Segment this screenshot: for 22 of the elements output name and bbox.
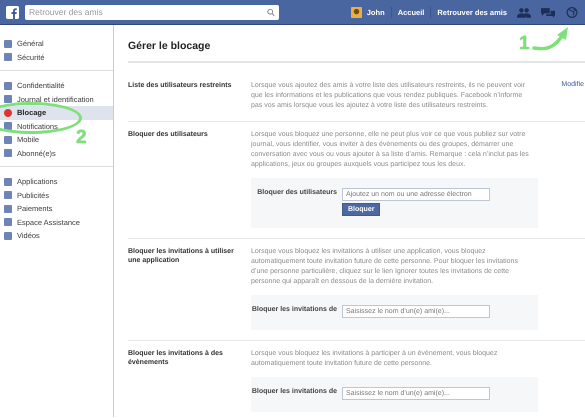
avatar-icon[interactable]: [350, 6, 362, 18]
square-icon: [4, 136, 12, 144]
search-icon[interactable]: [263, 4, 279, 20]
square-icon: [4, 178, 12, 186]
f-logo-icon[interactable]: [6, 6, 19, 18]
square-icon: [4, 232, 12, 240]
globe-icon[interactable]: [565, 6, 579, 18]
square-icon: [4, 122, 12, 130]
friends-icon[interactable]: [517, 6, 531, 18]
messages-icon[interactable]: [541, 6, 555, 18]
square-icon: [4, 191, 12, 200]
square-icon: [4, 149, 12, 158]
curved-arrow: [532, 27, 568, 50]
square-icon: [4, 82, 12, 90]
annotation-number: 2: [76, 127, 87, 149]
square-icon: [4, 95, 12, 104]
square-icon: [4, 53, 12, 62]
annotation-number: 1: [519, 33, 530, 55]
search-field[interactable]: Retrouver des amis: [25, 4, 263, 20]
square-icon: [4, 204, 12, 213]
square-icon: [4, 218, 12, 226]
square-icon: [4, 40, 12, 48]
